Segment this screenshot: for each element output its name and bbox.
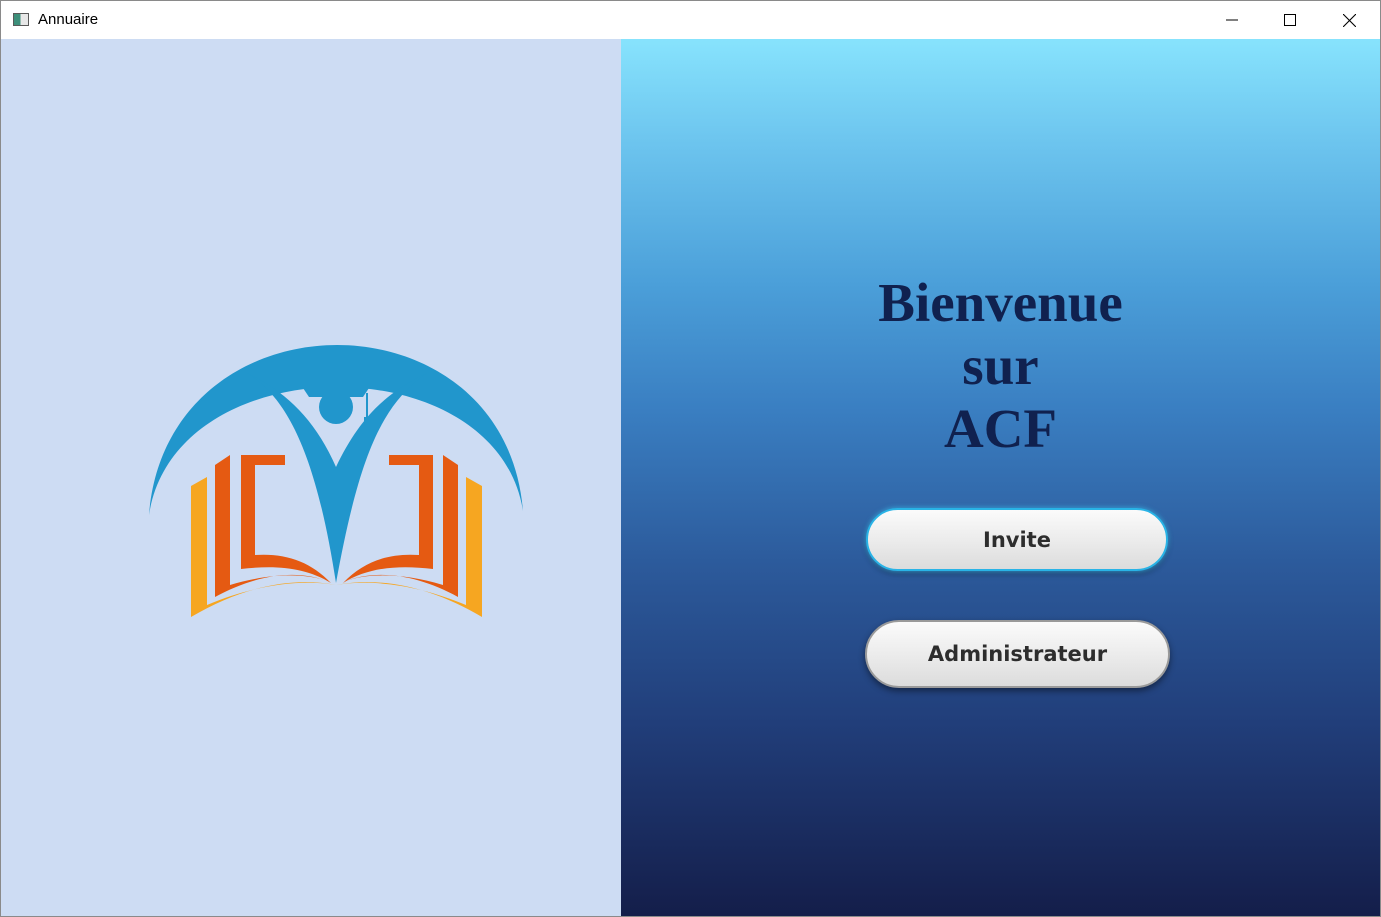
left-panel — [1, 39, 621, 916]
close-button[interactable] — [1320, 1, 1378, 39]
welcome-title-line: Bienvenue — [878, 272, 1123, 333]
logo-mid-book-right — [346, 455, 458, 597]
minimize-icon — [1226, 19, 1238, 21]
invite-button[interactable]: Invite — [866, 508, 1168, 571]
main-content: Bienvenue sur ACF Invite Administrateur — [1, 39, 1380, 916]
logo-outer-book-right — [336, 477, 482, 617]
right-panel: Bienvenue sur ACF Invite Administrateur — [621, 39, 1380, 916]
education-book-logo — [149, 344, 523, 617]
app-window: Annuaire Bienvenue sur ACF Invite Admini… — [0, 0, 1381, 917]
graduation-cap-icon — [301, 385, 371, 397]
app-window-icon — [13, 13, 29, 26]
welcome-title-line: sur — [962, 335, 1039, 396]
maximize-button[interactable] — [1261, 1, 1319, 39]
administrator-button-label: Administrateur — [927, 642, 1108, 666]
window-title: Annuaire — [38, 11, 99, 28]
administrator-button[interactable]: Administrateur — [865, 620, 1170, 688]
invite-button-label: Invite — [983, 527, 1051, 552]
close-icon — [1342, 13, 1356, 27]
title-bar[interactable]: Annuaire — [1, 1, 1380, 39]
minimize-button[interactable] — [1203, 1, 1261, 39]
maximize-icon — [1284, 14, 1296, 26]
logo-mid-book-left — [215, 455, 327, 597]
welcome-title-line: ACF — [943, 398, 1058, 459]
logo-outer-book-left — [191, 477, 336, 617]
